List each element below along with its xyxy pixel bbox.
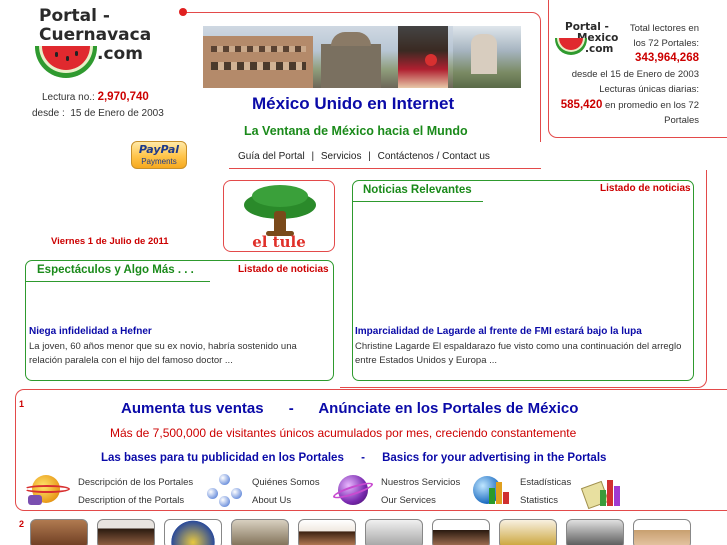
ads-bases-en: Basics for your advertising in the Porta…: [382, 452, 607, 464]
top-nav: Guía del Portal | Servicios | Contácteno…: [238, 151, 490, 162]
link-statistics-en[interactable]: Statistics: [520, 492, 571, 510]
content-frame: [340, 170, 707, 388]
thumbnail-2[interactable]: [97, 519, 155, 545]
page-subtitle: La Ventana de México hacia el Mundo: [244, 124, 468, 138]
logo-line-2: Cuernavaca: [39, 25, 152, 45]
thumbnail-1[interactable]: [30, 519, 88, 545]
link-our-services[interactable]: Nuestros Servicios Our Services: [381, 474, 460, 510]
reader-count: Lectura no.: 2,970,740: [42, 91, 149, 103]
link-about-us-en[interactable]: About Us: [252, 492, 320, 510]
ads-headline-sep: -: [288, 400, 294, 417]
entertainment-headline[interactable]: Niega infidelidad a Hefner: [29, 326, 152, 337]
header-photo: [203, 26, 521, 88]
ads-headline-right: Anúnciate en los Portales de México: [318, 400, 579, 417]
right-stats-frame: [548, 0, 727, 138]
el-tule-banner[interactable]: el tule: [223, 180, 335, 252]
thumbnail-3[interactable]: [164, 519, 222, 545]
thumbnail-7[interactable]: [432, 519, 490, 545]
frame-dot: [179, 8, 187, 16]
entertainment-tab[interactable]: Espectáculos y Algo Más . . .: [37, 264, 194, 276]
ads-headline-left: Aumenta tus ventas: [121, 400, 264, 417]
reader-since-date: 15 de Enero de 2003: [70, 108, 164, 119]
section-2-number: 2: [19, 519, 25, 529]
entertainment-tab-underline: [26, 281, 210, 282]
nav-separator: |: [368, 151, 371, 162]
el-tule-label: el tule: [252, 233, 306, 251]
services-icon[interactable]: [331, 472, 375, 508]
reader-since-label: desde :: [32, 108, 65, 119]
watermelon-icon: [35, 46, 97, 78]
nav-underline: [229, 168, 541, 169]
portals-description-icon[interactable]: [24, 471, 70, 507]
entertainment-summary: La joven, 60 años menor que su ex novio,…: [29, 341, 297, 366]
portal-cuernavaca-logo[interactable]: Portal - Cuernavaca .com: [33, 6, 168, 86]
link-portals-description-en[interactable]: Description of the Portals: [78, 492, 193, 510]
reader-count-label: Lectura no.:: [42, 92, 95, 103]
link-about-us[interactable]: Quiénes Somos About Us: [252, 474, 320, 510]
link-portals-description[interactable]: Descripción de los Portales Description …: [78, 474, 193, 510]
link-statistics-es[interactable]: Estadísticas: [520, 474, 571, 492]
thumbnail-5[interactable]: [298, 519, 356, 545]
entertainment-list-link[interactable]: Listado de noticias: [238, 264, 329, 275]
charts-icon[interactable]: [580, 470, 624, 510]
link-statistics[interactable]: Estadísticas Statistics: [520, 474, 571, 510]
page-title: México Unido en Internet: [252, 94, 455, 113]
ads-bases[interactable]: Las bases para tu publicidad en los Port…: [101, 452, 606, 464]
ads-section-number: 1: [19, 399, 25, 409]
nav-services[interactable]: Servicios: [321, 151, 362, 162]
entertainment-panel: Espectáculos y Algo Más . . . Listado de…: [25, 260, 334, 381]
nav-separator: |: [311, 151, 315, 162]
link-portals-description-es[interactable]: Descripción de los Portales: [78, 474, 193, 492]
reader-since: desde : 15 de Enero de 2003: [32, 108, 164, 119]
reader-count-value: 2,970,740: [97, 91, 149, 103]
logo-line-3: .com: [97, 44, 143, 64]
thumbnail-4[interactable]: [231, 519, 289, 545]
ads-bases-es: Las bases para tu publicidad en los Port…: [101, 452, 344, 464]
link-our-services-en[interactable]: Our Services: [381, 492, 460, 510]
current-date: Viernes 1 de Julio de 2011: [51, 236, 169, 247]
thumbnail-6[interactable]: [365, 519, 423, 545]
link-our-services-es[interactable]: Nuestros Servicios: [381, 474, 460, 492]
nav-contact[interactable]: Contáctenos / Contact us: [378, 151, 490, 162]
statistics-icon[interactable]: [471, 470, 513, 508]
ads-bases-sep: -: [361, 452, 365, 464]
paypal-label: Payments: [141, 157, 177, 166]
thumbnail-10[interactable]: [633, 519, 691, 545]
logo-line-1: Portal -: [39, 6, 110, 26]
tree-icon: [244, 185, 316, 236]
link-about-us-es[interactable]: Quiénes Somos: [252, 474, 320, 492]
thumbnail-9[interactable]: [566, 519, 624, 545]
paypal-button[interactable]: PayPal Payments: [131, 141, 187, 169]
about-us-icon[interactable]: [205, 472, 245, 508]
ads-headline[interactable]: Aumenta tus ventas - Anúnciate en los Po…: [121, 400, 578, 417]
thumbnail-8[interactable]: [499, 519, 557, 545]
ads-tagline: Más de 7,500,000 de visitantes únicos ac…: [110, 426, 577, 440]
nav-portal-guide[interactable]: Guía del Portal: [238, 151, 305, 162]
paypal-brand: PayPal: [138, 143, 180, 156]
